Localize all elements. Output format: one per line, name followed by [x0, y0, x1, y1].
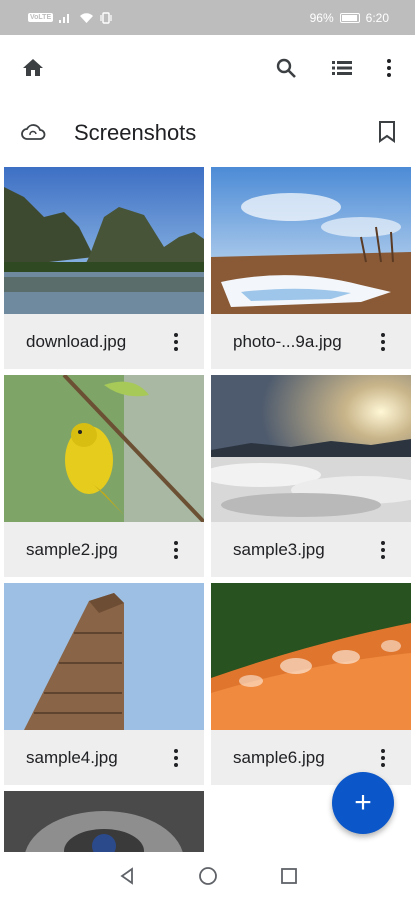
folder-header: Screenshots: [0, 105, 415, 161]
more-vert-icon[interactable]: [373, 538, 393, 562]
file-name: sample4.jpg: [26, 747, 118, 767]
more-vert-icon[interactable]: [373, 746, 393, 770]
more-vert-icon[interactable]: [166, 538, 186, 562]
file-caption[interactable]: sample2.jpg: [4, 522, 204, 577]
thumbnail-image[interactable]: [211, 583, 411, 730]
battery-icon: [339, 12, 360, 23]
back-icon[interactable]: [117, 866, 137, 886]
file-name: sample2.jpg: [26, 539, 118, 559]
more-vert-icon[interactable]: [376, 55, 402, 81]
plus-icon: +: [354, 786, 372, 819]
file-name: download.jpg: [26, 331, 127, 351]
file-tile[interactable]: sample6.jpg: [211, 583, 411, 785]
thumbnail-image[interactable]: [4, 375, 204, 522]
status-bar: VoLTE 96% 6:20: [0, 0, 415, 35]
volte-badge: VoLTE: [28, 13, 54, 22]
add-fab-button[interactable]: +: [332, 772, 394, 834]
file-caption[interactable]: photo-...9a.jpg: [211, 314, 411, 369]
file-name: photo-...9a.jpg: [233, 331, 342, 351]
file-tile[interactable]: download.jpg: [4, 167, 204, 369]
thumbnail-image[interactable]: [4, 583, 204, 730]
top-app-bar: [0, 35, 415, 100]
list-view-icon[interactable]: [329, 55, 355, 81]
battery-percent: 96%: [309, 10, 334, 25]
file-tile[interactable]: photo-...9a.jpg: [211, 167, 411, 369]
signal-icon: [59, 14, 70, 23]
search-icon[interactable]: [273, 55, 299, 81]
status-left: VoLTE: [28, 11, 112, 24]
thumbnail-image[interactable]: [211, 375, 411, 522]
file-caption[interactable]: sample4.jpg: [4, 730, 204, 785]
status-right: 96% 6:20: [310, 11, 389, 25]
file-caption[interactable]: sample3.jpg: [211, 522, 411, 577]
home-nav-icon[interactable]: [197, 865, 219, 887]
file-tile[interactable]: sample3.jpg: [211, 375, 411, 577]
file-name: sample6.jpg: [233, 747, 325, 767]
file-caption[interactable]: download.jpg: [4, 314, 204, 369]
wifi-icon: [80, 12, 94, 23]
file-tile[interactable]: sample2.jpg: [4, 375, 204, 577]
more-vert-icon[interactable]: [166, 330, 186, 354]
file-tile[interactable]: sample4.jpg: [4, 583, 204, 785]
thumbnail-image[interactable]: [4, 791, 204, 853]
thumbnail-image[interactable]: [4, 167, 204, 314]
more-vert-icon[interactable]: [373, 330, 393, 354]
cloud-sync-icon[interactable]: [20, 120, 46, 151]
recents-icon[interactable]: [279, 866, 299, 886]
file-tile[interactable]: [4, 791, 204, 853]
clock: 6:20: [365, 10, 389, 25]
file-caption[interactable]: sample6.jpg: [211, 730, 411, 785]
folder-title: Screenshots: [74, 120, 197, 145]
home-icon[interactable]: [20, 55, 46, 81]
more-vert-icon[interactable]: [166, 746, 186, 770]
file-name: sample3.jpg: [233, 539, 325, 559]
vibrate-icon: [100, 11, 112, 24]
system-nav-bar: [0, 852, 415, 900]
bookmark-icon[interactable]: [377, 120, 397, 149]
thumbnail-image[interactable]: [211, 167, 411, 314]
